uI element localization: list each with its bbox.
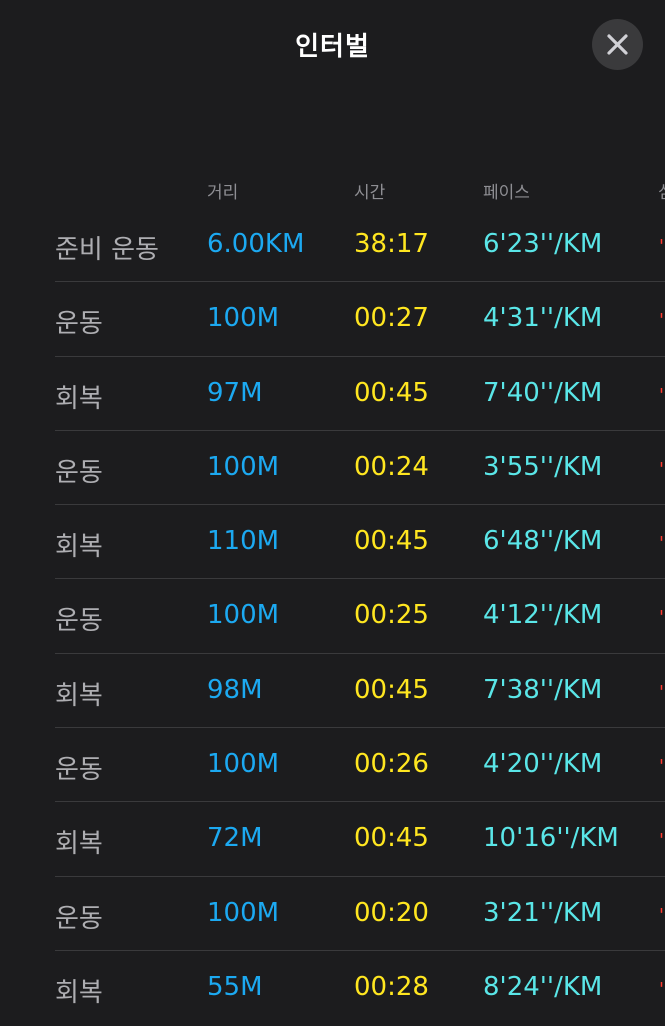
interval-pace: 6'48''/KM xyxy=(483,526,603,557)
interval-pace: 3'55''/KM xyxy=(483,451,603,482)
table-row: 회복 97M 00:45 7'40''/KM ' xyxy=(0,357,665,432)
close-icon xyxy=(607,34,628,55)
table-row: 회복 110M 00:45 6'48''/KM ' xyxy=(0,505,665,580)
interval-pace: 4'12''/KM xyxy=(483,600,603,631)
interval-pace: 8'24''/KM xyxy=(483,971,603,1002)
interval-distance: 100M xyxy=(207,749,280,780)
interval-pace: 7'40''/KM xyxy=(483,377,603,408)
interval-time: 00:28 xyxy=(354,971,429,1002)
interval-name: 운동 xyxy=(55,457,103,488)
interval-extra-value: ' xyxy=(659,607,664,629)
interval-time: 38:17 xyxy=(354,229,429,259)
interval-extra-value: ' xyxy=(659,384,664,406)
table-header: 거리 시간 페이스 심 xyxy=(0,178,665,203)
interval-distance: 110M xyxy=(207,526,280,557)
table-row: 운동 100M 00:24 3'55''/KM ' xyxy=(0,431,665,506)
interval-name: 회복 xyxy=(55,977,103,1008)
header-time: 시간 xyxy=(354,183,386,203)
interval-table[interactable]: 준비 운동 6.00KM 38:17 6'23''/KM ' 운동 100M 00:27 4'3… xyxy=(0,208,665,1025)
header-extra: 심 xyxy=(658,178,665,203)
interval-distance: 72M xyxy=(207,823,263,854)
interval-extra-value: ' xyxy=(659,830,664,852)
interval-distance: 55M xyxy=(207,971,263,1002)
interval-name: 운동 xyxy=(55,309,103,340)
interval-distance: 6.00KM xyxy=(207,229,305,259)
interval-name: 회복 xyxy=(55,383,103,414)
interval-extra-value: ' xyxy=(659,236,664,257)
interval-name: 준비 운동 xyxy=(55,235,159,265)
interval-time: 00:45 xyxy=(354,823,429,854)
interval-distance: 97M xyxy=(207,377,263,408)
interval-pace: 4'20''/KM xyxy=(483,749,603,780)
interval-pace: 4'31''/KM xyxy=(483,303,603,334)
interval-pace: 3'21''/KM xyxy=(483,897,603,928)
table-row: 회복 72M 00:45 10'16''/KM ' xyxy=(0,802,665,877)
interval-pace: 6'23''/KM xyxy=(483,229,603,259)
interval-name: 운동 xyxy=(55,903,103,934)
interval-time: 00:27 xyxy=(354,303,429,334)
interval-name: 회복 xyxy=(55,532,103,563)
interval-distance: 98M xyxy=(207,674,263,705)
table-row: 운동 100M 00:25 4'12''/KM ' xyxy=(0,579,665,655)
interval-pace: 7'38''/KM xyxy=(483,674,603,705)
table-row: 준비 운동 6.00KM 38:17 6'23''/KM ' xyxy=(0,208,665,283)
interval-time: 00:45 xyxy=(354,674,429,705)
table-row: 회복 98M 00:45 7'38''/KM ' xyxy=(0,654,665,729)
interval-time: 00:45 xyxy=(354,377,429,408)
interval-distance: 100M xyxy=(207,303,280,334)
table-row: 운동 100M 00:20 3'21''/KM ' xyxy=(0,877,665,952)
interval-extra-value: ' xyxy=(659,681,664,703)
close-button[interactable] xyxy=(592,19,643,70)
header-pace: 페이스 xyxy=(483,183,530,203)
header-distance: 거리 xyxy=(207,183,239,203)
interval-extra-value: ' xyxy=(659,533,664,555)
interval-name: 회복 xyxy=(55,829,103,860)
interval-name: 회복 xyxy=(55,680,103,711)
interval-name: 운동 xyxy=(55,755,103,786)
interval-pace: 10'16''/KM xyxy=(483,823,619,854)
interval-distance: 100M xyxy=(207,600,280,631)
interval-time: 00:20 xyxy=(354,897,429,928)
interval-extra-value: ' xyxy=(659,310,664,332)
interval-time: 00:24 xyxy=(354,451,429,482)
interval-extra-value: ' xyxy=(659,756,664,778)
interval-time: 00:26 xyxy=(354,749,429,780)
interval-name: 운동 xyxy=(55,606,103,637)
interval-distance: 100M xyxy=(207,897,280,928)
interval-extra-value: ' xyxy=(659,978,664,1000)
interval-extra-value: ' xyxy=(659,458,664,480)
interval-time: 00:45 xyxy=(354,526,429,557)
interval-time: 00:25 xyxy=(354,600,429,631)
table-row: 운동 100M 00:26 4'20''/KM ' xyxy=(0,728,665,803)
table-row: 운동 100M 00:27 4'31''/KM ' xyxy=(0,282,665,357)
interval-extra-value: ' xyxy=(659,904,664,926)
interval-screen: 인터벌 거리 시간 페이스 심 준비 운동 6.00KM 38:17 6'23''/K… xyxy=(0,0,665,1026)
interval-distance: 100M xyxy=(207,451,280,482)
page-title: 인터벌 xyxy=(295,32,370,62)
table-row: 회복 55M 00:28 8'24''/KM ' xyxy=(0,951,665,1025)
